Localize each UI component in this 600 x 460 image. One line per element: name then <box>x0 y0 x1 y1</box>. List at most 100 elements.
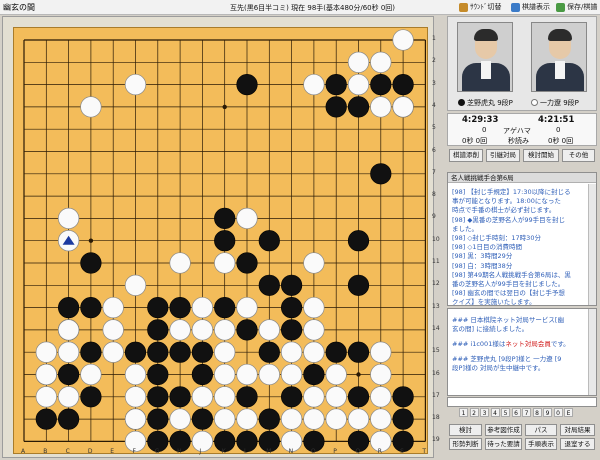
black-player: 一力遼 9段P <box>531 98 579 108</box>
black-stone <box>57 363 80 386</box>
black-stone <box>325 341 347 363</box>
review-button[interactable]: 棋譜添削 <box>449 149 483 162</box>
black-stone <box>80 297 102 319</box>
emoji-button[interactable]: 1 <box>459 408 468 417</box>
white-stone <box>124 274 147 296</box>
save-button[interactable]: 保存/棋譜 <box>555 1 597 14</box>
commentary-panel: 名人戦挑戦手合第6局 [98] 【封じ手規定】17:30以降に封じる 事が可能とな… <box>447 172 597 306</box>
chat-input[interactable] <box>447 397 597 407</box>
white-stone <box>236 363 258 386</box>
white-player: 芝野虎丸 9段P <box>458 98 513 108</box>
emoji-button[interactable]: 8 <box>532 408 542 417</box>
black-stone <box>392 408 414 430</box>
emoji-button[interactable]: E <box>564 408 573 417</box>
file-label: R <box>377 448 382 455</box>
white-stone <box>370 386 392 408</box>
black-stone <box>124 341 147 363</box>
rank-label: 1 <box>432 35 436 42</box>
black-stone <box>147 363 169 386</box>
white-stone <box>124 386 147 408</box>
black-stone <box>347 274 370 296</box>
emoji-button[interactable]: 3 <box>480 408 489 417</box>
white-stone <box>102 319 124 341</box>
file-label: J <box>199 448 202 455</box>
chat-line: 段P]様の 対局が生中継中です。 <box>452 364 545 372</box>
emoji-bar: 1234567890E <box>447 408 597 418</box>
black-time: 4:21:51 <box>538 115 575 125</box>
file-label: T <box>422 448 427 455</box>
clock-panel: 4:29:33 4:21:51 0 アゲハマ 0 0秒 0回 秒読み 0秒 0回 <box>447 113 597 146</box>
black-stone <box>258 341 280 363</box>
black-stone <box>147 297 169 319</box>
rank-label: 5 <box>432 124 436 132</box>
sound-toggle-label: ｻｳﾝﾄﾞ切替 <box>470 3 502 11</box>
star-point <box>222 104 227 110</box>
black-stone <box>169 297 191 319</box>
go-board[interactable] <box>13 27 428 454</box>
leave-button[interactable]: 退室する <box>560 438 595 450</box>
rank-label: 4 <box>432 101 436 109</box>
emoji-button[interactable]: 2 <box>469 408 479 417</box>
white-stone <box>347 73 370 96</box>
sound-icon <box>459 3 468 12</box>
black-stone <box>57 297 80 319</box>
result-button[interactable]: 対局結果 <box>560 424 595 436</box>
study-button[interactable]: 検討開始 <box>523 149 559 162</box>
study-mode-button[interactable]: 検討 <box>449 424 482 436</box>
black-stone <box>169 341 191 363</box>
sound-toggle-button[interactable]: ｻｳﾝﾄﾞ切替 <box>458 1 502 14</box>
black-stone <box>370 73 392 96</box>
undo-request-button[interactable]: 待った要請 <box>485 438 522 450</box>
board-grid[interactable] <box>14 28 429 455</box>
emoji-button[interactable]: 6 <box>511 408 521 417</box>
chat-scrollbar[interactable] <box>588 309 596 395</box>
black-stone-icon <box>458 99 465 106</box>
white-stone <box>392 29 414 51</box>
emoji-button[interactable]: 9 <box>543 408 552 417</box>
estimate-button[interactable]: 形勢判断 <box>449 438 482 450</box>
variation-button[interactable]: 参考図作成 <box>485 424 522 436</box>
white-stone <box>191 430 214 453</box>
white-stone <box>214 363 236 386</box>
black-stone <box>392 73 414 96</box>
emoji-button[interactable]: 5 <box>501 408 510 417</box>
white-stone <box>258 319 280 341</box>
white-stone <box>347 408 370 430</box>
white-stone <box>370 408 392 430</box>
board-frame: 1 2 3 4 5 6 7 8 9 10 11 12 13 14 15 16 17 18 19 ABCDEFGHJK… <box>2 16 440 458</box>
black-stone <box>80 386 102 408</box>
black-stone <box>214 230 236 252</box>
black-stone <box>147 408 169 430</box>
black-stone <box>325 73 347 96</box>
black-stone <box>281 319 303 341</box>
rank-label: 3 <box>432 79 436 87</box>
file-label: D <box>87 448 93 455</box>
save-icon <box>556 3 565 12</box>
pass-button[interactable]: パス <box>525 424 557 436</box>
other-button[interactable]: その他 <box>562 149 595 162</box>
black-stone <box>191 408 213 430</box>
white-stone <box>303 296 325 319</box>
black-stone <box>236 73 258 96</box>
white-stone <box>102 296 124 319</box>
black-stone <box>57 408 80 430</box>
side-panel: 芝野虎丸 9段P 一力遼 9段P 4:29:33 4:21:51 0 アゲハマ … <box>447 16 597 458</box>
chat-panel: ### 日本棋院ネット対局サービス[幽 玄の間] に接続しました。 ### i1… <box>447 308 597 396</box>
emoji-button[interactable]: 0 <box>553 408 563 417</box>
display-label: 棋譜表示 <box>522 3 550 11</box>
white-time: 4:29:33 <box>462 115 499 125</box>
black-stone <box>281 386 303 408</box>
white-stone <box>214 341 236 363</box>
emoji-button[interactable]: 7 <box>522 408 531 417</box>
black-stone <box>370 163 392 185</box>
white-stone <box>236 296 258 319</box>
takeover-button[interactable]: 引継対局 <box>486 149 520 162</box>
emoji-button[interactable]: 4 <box>490 408 500 417</box>
save-label: 保存/棋譜 <box>567 3 598 11</box>
commentary-scrollbar[interactable] <box>588 184 596 305</box>
move-order-button[interactable]: 手順表示 <box>525 438 557 450</box>
rank-label: 12 <box>432 280 440 288</box>
display-button[interactable]: 棋譜表示 <box>510 1 550 14</box>
black-player-name: 一力遼 9段P <box>540 99 579 107</box>
white-stone <box>57 207 80 230</box>
